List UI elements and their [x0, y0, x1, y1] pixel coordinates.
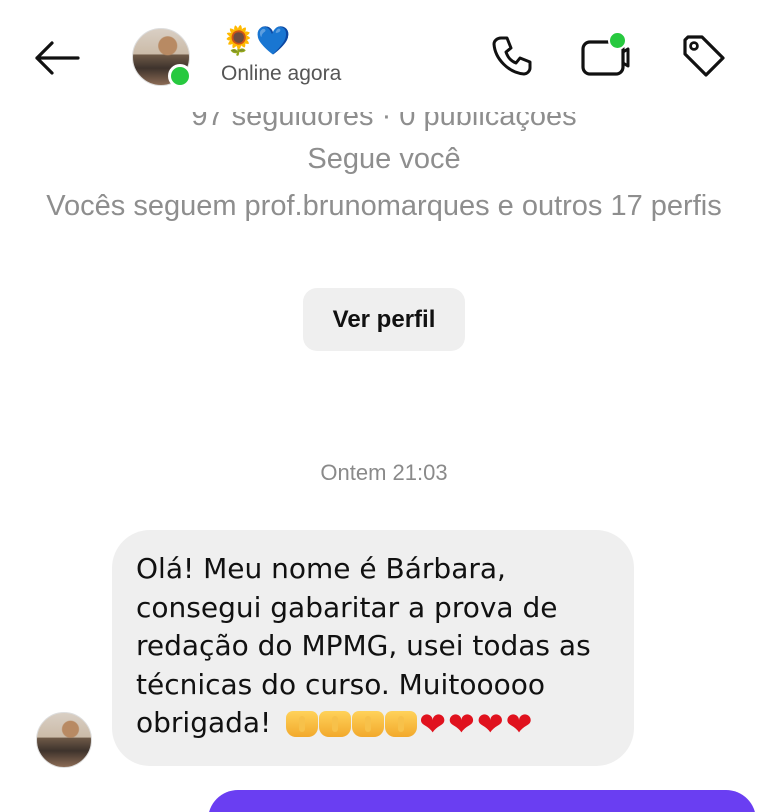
raising-hands-icon: [352, 711, 385, 737]
contact-avatar[interactable]: [132, 28, 192, 88]
sender-avatar[interactable]: [36, 712, 92, 768]
message-line: Olá! Meu nome é Bárbara,: [136, 552, 506, 585]
contact-status: Online agora: [221, 62, 342, 85]
phone-icon: [492, 36, 532, 76]
red-heart-icon: ❤: [476, 705, 504, 743]
message-line: consegui gabaritar a prova de: [136, 590, 558, 624]
message-line: técnicas do curso. Muitooooo: [136, 667, 545, 701]
raising-hands-icon: [286, 711, 319, 737]
red-heart-icon: ❤: [419, 705, 447, 743]
heart-emojis: ❤ ❤ ❤ ❤: [419, 708, 532, 740]
raising-hands-emojis: [286, 711, 418, 737]
view-profile-button[interactable]: Ver perfil: [303, 288, 465, 351]
video-call-button[interactable]: [578, 30, 630, 82]
message-bubble[interactable]: Olá! Meu nome é Bárbara, consegui gabari…: [112, 530, 634, 766]
dm-screen: 🌻💙 Online agora 97 seguidores · 0 public…: [0, 0, 768, 812]
message-text: Olá! Meu nome é Bárbara, consegui gabari…: [136, 550, 626, 743]
message-last-line: obrigada! ❤ ❤ ❤ ❤: [136, 704, 626, 743]
contact-name[interactable]: 🌻💙: [221, 24, 291, 58]
outgoing-message-bubble[interactable]: [208, 790, 756, 812]
message-line: redação do MPMG, usei todas as: [136, 629, 591, 662]
tag-button[interactable]: [677, 30, 729, 82]
raising-hands-icon: [319, 711, 352, 737]
back-button[interactable]: [30, 36, 82, 80]
chat-header: 🌻💙 Online agora: [0, 0, 768, 112]
mutual-followers: Vocês seguem prof.brunomarques e outros …: [46, 190, 722, 222]
raising-hands-icon: [385, 711, 418, 737]
call-button[interactable]: [486, 30, 538, 82]
tag-icon: [683, 35, 725, 77]
red-heart-icon: ❤: [448, 705, 475, 743]
arrow-left-icon: [35, 41, 80, 75]
message-timestamp: Ontem 21:03: [320, 460, 448, 485]
follows-you-label: Segue você: [307, 143, 461, 175]
red-heart-icon: ❤: [505, 705, 533, 743]
online-indicator: [168, 64, 192, 88]
message-line: obrigada!: [136, 706, 272, 739]
video-active-indicator: [608, 31, 627, 50]
emoji-row: ❤ ❤ ❤ ❤: [286, 708, 532, 740]
